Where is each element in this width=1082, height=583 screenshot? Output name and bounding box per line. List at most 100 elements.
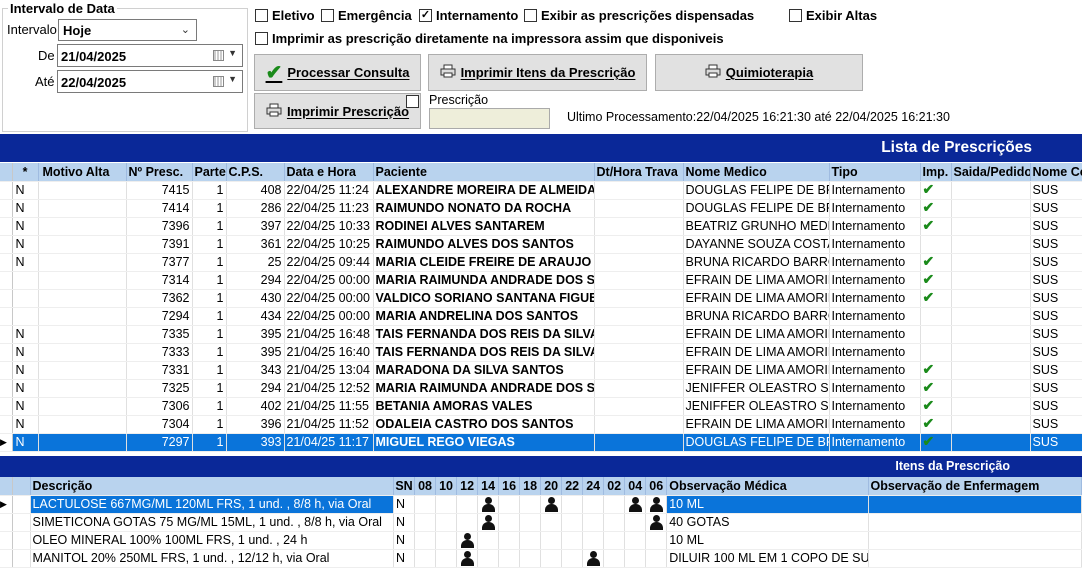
horario-cell[interactable] [540, 531, 563, 550]
chevron-down-icon[interactable]: ⌄ [181, 23, 190, 36]
horario-cell[interactable] [540, 549, 563, 568]
column-header[interactable]: Imp. [920, 163, 952, 182]
horario-cell[interactable] [645, 531, 668, 550]
column-header[interactable]: 04 [624, 477, 647, 496]
emergencia-checkbox[interactable]: Emergência [321, 8, 412, 23]
table-row[interactable]: N 7377 1 25 22/04/25 09:44 MARIA CLEIDE FREIR… [0, 253, 1082, 272]
processar-consulta-button[interactable]: ✔ Processar Consulta [254, 54, 421, 91]
column-header[interactable]: 08 [414, 477, 437, 496]
horario-cell[interactable] [624, 495, 647, 514]
obs-enfermagem-cell[interactable] [868, 549, 1082, 568]
horario-cell[interactable] [456, 495, 479, 514]
column-header[interactable]: 22 [561, 477, 584, 496]
column-header[interactable]: Tipo [829, 163, 921, 182]
horario-cell[interactable] [477, 531, 500, 550]
table-row[interactable]: N 7333 1 395 21/04/25 16:40 TAIS FERNANDA DOS… [0, 343, 1082, 362]
column-header[interactable]: Observação de Enfermagem [868, 477, 1082, 496]
horario-cell[interactable] [477, 495, 500, 514]
column-header[interactable]: Nome Co [1030, 163, 1082, 182]
imprimir-itens-button[interactable]: Imprimir Itens da Prescrição [428, 54, 647, 91]
obs-enfermagem-cell[interactable] [868, 531, 1082, 550]
horario-cell[interactable] [624, 531, 647, 550]
horario-cell[interactable] [498, 531, 521, 550]
horario-cell[interactable] [603, 531, 626, 550]
table-row[interactable]: N 7335 1 395 21/04/25 16:48 TAIS FERNANDA DOS… [0, 325, 1082, 344]
horario-cell[interactable] [561, 531, 584, 550]
checkbox-box[interactable] [524, 9, 537, 22]
column-header[interactable]: Dt/Hora Trava [594, 163, 684, 182]
horario-cell[interactable] [498, 495, 521, 514]
horario-cell[interactable] [561, 495, 584, 514]
table-row[interactable]: N 7414 1 286 22/04/25 11:23 RAIMUNDO NONATO D… [0, 199, 1082, 218]
horario-cell[interactable] [561, 549, 584, 568]
checkmark-icon[interactable]: ✓ [419, 9, 432, 22]
horario-cell[interactable] [498, 513, 521, 532]
table-row[interactable]: 7294 1 434 22/04/25 00:00 MARIA ANDRELINA DO… [0, 307, 1082, 326]
horario-cell[interactable] [456, 531, 479, 550]
table-row[interactable]: 7314 1 294 22/04/25 00:00 MARIA RAIMUNDA AND… [0, 271, 1082, 290]
column-header[interactable]: 12 [456, 477, 479, 496]
horario-cell[interactable] [645, 495, 668, 514]
column-header[interactable]: 02 [603, 477, 626, 496]
horario-cell[interactable] [519, 513, 542, 532]
ate-date-field[interactable]: 22/04/2025 ▼ [57, 70, 243, 93]
column-header[interactable]: Observação Médica [666, 477, 869, 496]
horario-cell[interactable] [624, 513, 647, 532]
table-row[interactable]: N 7325 1 294 21/04/25 12:52 MARIA RAIMUNDA AN… [0, 379, 1082, 398]
column-header[interactable]: 10 [435, 477, 458, 496]
column-header[interactable]: 06 [645, 477, 668, 496]
horario-cell[interactable] [519, 495, 542, 514]
horario-cell[interactable] [414, 495, 437, 514]
horario-cell[interactable] [456, 549, 479, 568]
horario-cell[interactable] [414, 549, 437, 568]
column-header[interactable]: Data e Hora [284, 163, 374, 182]
horario-cell[interactable] [414, 531, 437, 550]
table-row[interactable]: N 7396 1 397 22/04/25 10:33 RODINEI ALVES SAN… [0, 217, 1082, 236]
dropdown-arrow-icon[interactable]: ▼ [228, 48, 237, 58]
horario-cell[interactable] [645, 513, 668, 532]
internamento-checkbox[interactable]: ✓ Internamento [419, 8, 518, 23]
checkbox-box[interactable] [255, 9, 268, 22]
dropdown-arrow-icon[interactable]: ▼ [228, 74, 237, 84]
column-header[interactable]: Parte [192, 163, 227, 182]
table-row[interactable]: N 7391 1 361 22/04/25 10:25 RAIMUNDO ALVES DO… [0, 235, 1082, 254]
horario-cell[interactable] [603, 513, 626, 532]
imprimir-prescricao-button[interactable]: Imprimir Prescrição [254, 93, 421, 129]
horario-cell[interactable] [477, 513, 500, 532]
horario-cell[interactable] [414, 513, 437, 532]
column-header[interactable]: 16 [498, 477, 521, 496]
itens-row[interactable]: MANITOL 20% 250ML FRS, 1 und. , 12/12 h,… [0, 549, 1082, 568]
column-header[interactable]: 14 [477, 477, 500, 496]
column-header[interactable]: * [12, 163, 39, 182]
eletivo-checkbox[interactable]: Eletivo [255, 8, 315, 23]
imprimir-prescricao-checkbox[interactable] [406, 95, 419, 108]
horario-cell[interactable] [519, 549, 542, 568]
horario-cell[interactable] [561, 513, 584, 532]
itens-row[interactable]: OLEO MINERAL 100% 100ML FRS, 1 und. , 24… [0, 531, 1082, 550]
horario-cell[interactable] [582, 513, 605, 532]
checkbox-box[interactable] [321, 9, 334, 22]
column-header[interactable]: 20 [540, 477, 563, 496]
obs-enfermagem-cell[interactable] [868, 495, 1082, 514]
column-header[interactable]: 18 [519, 477, 542, 496]
horario-cell[interactable] [435, 549, 458, 568]
table-row[interactable]: N 7415 1 408 22/04/25 11:24 ALEXANDRE MOREIRA… [0, 181, 1082, 200]
checkbox-box[interactable] [789, 9, 802, 22]
horario-cell[interactable] [435, 513, 458, 532]
horario-cell[interactable] [519, 531, 542, 550]
column-header[interactable]: C.P.S. [226, 163, 285, 182]
table-row[interactable]: N 7304 1 396 21/04/25 11:52 ODALEIA CASTRO DO… [0, 415, 1082, 434]
horario-cell[interactable] [582, 495, 605, 514]
exibir-dispensadas-checkbox[interactable]: Exibir as prescrições dispensadas [524, 8, 754, 23]
horario-cell[interactable] [435, 531, 458, 550]
column-header[interactable]: Saida/Pedido [951, 163, 1031, 182]
horario-cell[interactable] [456, 513, 479, 532]
horario-cell[interactable] [477, 549, 500, 568]
column-header[interactable]: Nome Medico [683, 163, 830, 182]
checkbox-box[interactable] [255, 32, 268, 45]
imprimir-direto-checkbox[interactable]: Imprimir as prescrição diretamente na im… [255, 31, 724, 46]
exibir-altas-checkbox[interactable]: Exibir Altas [789, 8, 877, 23]
column-header[interactable]: SN [393, 477, 416, 496]
table-row[interactable]: N 7306 1 402 21/04/25 11:55 BETANIA AMORAS VA… [0, 397, 1082, 416]
de-date-field[interactable]: 21/04/2025 ▼ [57, 44, 243, 67]
